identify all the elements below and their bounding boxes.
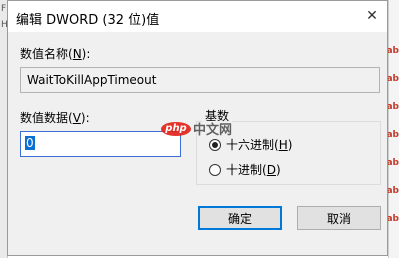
radio-hex-hotkey: H [278,138,288,152]
value-data-label: 数值数据(V): [20,109,90,126]
background-value-icon: ab [386,186,399,196]
cancel-button[interactable]: 取消 [297,206,381,230]
value-name-label-text: 数值名称( [20,47,73,61]
background-text: F [1,4,7,14]
value-data-label-suffix: ): [80,111,90,125]
value-data-selected-text: 0 [25,136,35,150]
title-bar[interactable]: 编辑 DWORD (32 位)值 ✕ [8,1,387,32]
background-value-icon: ab [386,158,399,168]
radio-hex-text: 十六进制( [226,138,279,152]
value-data-label-text: 数值数据( [20,111,73,125]
dialog-title: 编辑 DWORD (32 位)值 [16,13,160,28]
radio-dec-suffix: ) [275,163,281,177]
background-value-icon: ab [386,214,399,224]
ok-button[interactable]: 确定 [198,206,282,230]
radio-button-checked[interactable] [209,138,221,151]
background-window-right-edge: ab ab ab ab ab ab ab [386,0,399,258]
edit-dword-dialog: 编辑 DWORD (32 位)值 ✕ 数值名称(N): WaitToKillAp… [7,0,388,256]
value-name-field[interactable]: WaitToKillAppTimeout [20,67,380,93]
radio-button-unchecked[interactable] [209,163,221,176]
watermark-text: 中文网 [193,123,233,138]
background-value-icon: ab [386,102,399,112]
radio-dec-hotkey: D [266,163,276,177]
php-logo-icon: php [161,121,191,136]
close-button[interactable]: ✕ [357,1,387,32]
value-name-label-suffix: ): [81,47,91,61]
value-data-hotkey: V [72,111,81,125]
value-name-hotkey: N [72,47,82,61]
background-value-icon: ab [386,74,399,84]
radio-dec-text: 十进制( [226,163,267,177]
background-value-icon: ab [386,130,399,140]
radio-decimal-label: 十进制(D) [226,161,281,178]
value-data-input[interactable]: 0 [20,131,181,157]
radio-hex-suffix: ) [287,138,293,152]
value-name-label: 数值名称(N): [20,45,90,62]
php-watermark: php 中文网 [161,119,232,138]
background-value-icon: ab [386,46,399,56]
radio-hexadecimal[interactable]: 十六进制(H) [209,136,292,153]
radio-hexadecimal-label: 十六进制(H) [226,136,292,153]
radio-decimal[interactable]: 十进制(D) [209,161,281,178]
